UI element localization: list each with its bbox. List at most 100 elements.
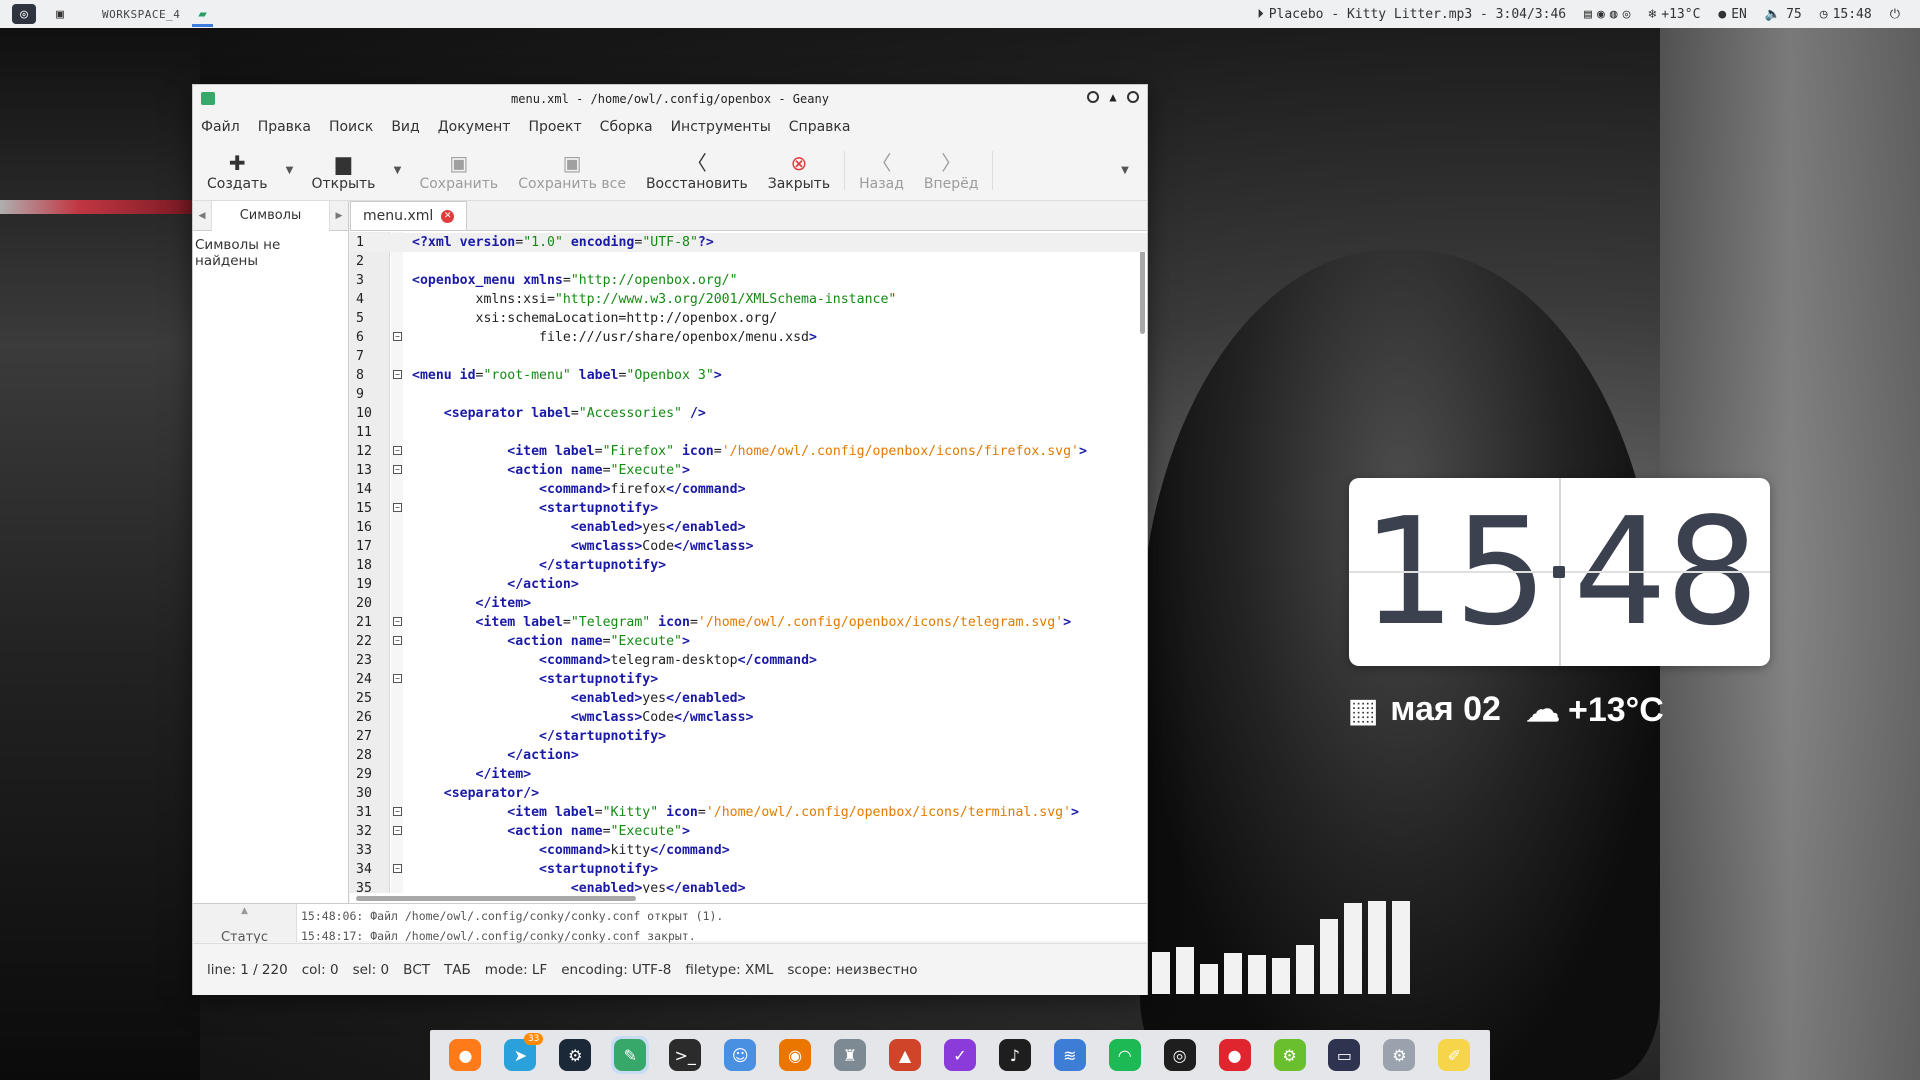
open-button[interactable]: ▆ Открыть [301,141,385,200]
dock-item-screen[interactable]: ▭ [1325,1036,1363,1074]
toolbar-overflow-dropdown[interactable]: ▼ [1113,141,1137,200]
code-line[interactable]: 22 − <action name="Execute"> [350,632,1147,651]
telegram-tray-icon[interactable]: ◉ [1597,7,1605,22]
weather-indicator[interactable]: ❄ +13°C [1648,7,1700,22]
code-line[interactable]: 24 − <startupnotify> [350,670,1147,689]
close-button[interactable]: ⊗ Закрыть [758,141,840,200]
dock-item-blender[interactable]: ◉ [776,1036,814,1074]
launcher-icon[interactable]: ◎ [12,4,36,24]
code-line[interactable]: 19 </action> [350,575,1147,594]
code-line[interactable]: 30 <separator/> [350,784,1147,803]
dock-item-audio[interactable]: ≋ [1051,1036,1089,1074]
code-line[interactable]: 10 <separator label="Accessories" /> [350,404,1147,423]
dock-item-steam[interactable]: ⚙ [556,1036,594,1074]
code-line[interactable]: 15 − <startupnotify> [350,499,1147,518]
clock-indicator[interactable]: ◷ 15:48 [1820,7,1872,22]
menu-help[interactable]: Справка [789,119,851,135]
menu-edit[interactable]: Правка [258,119,311,135]
network-icon[interactable]: ◎ [1623,7,1631,22]
horizontal-scroll-thumb[interactable] [356,896,636,901]
fold-toggle-icon[interactable]: − [393,332,402,341]
code-line[interactable]: 9 [350,385,1147,404]
forward-button[interactable]: 〉 Вперёд [914,141,989,200]
document-tab[interactable]: menu.xml ✕ [350,201,468,230]
steam-tray-icon[interactable]: ◍ [1610,7,1618,22]
create-button[interactable]: ✚ Создать [197,141,277,200]
code-line[interactable]: 13 − <action name="Execute"> [350,461,1147,480]
chevron-up-icon[interactable]: ▲ [193,906,296,916]
dock-item-green-app[interactable]: ⚙ [1271,1036,1309,1074]
window-titlebar[interactable]: menu.xml - /home/owl/.config/openbox - G… [193,85,1147,113]
code-line[interactable]: 32 − <action name="Execute"> [350,822,1147,841]
menu-view[interactable]: Вид [391,119,419,135]
fold-toggle-icon[interactable]: − [393,826,402,835]
minimize-button[interactable] [1087,91,1099,103]
fold-toggle-icon[interactable]: − [393,503,402,512]
tab-symbols[interactable]: Символы [211,200,330,231]
code-line[interactable]: 7 [350,347,1147,366]
code-line[interactable]: 29 </item> [350,765,1147,784]
fold-toggle-icon[interactable]: − [393,674,402,683]
menu-file[interactable]: Файл [201,119,240,135]
code-line[interactable]: 21 − <item label="Telegram" icon='/home/o… [350,613,1147,632]
message-tab-side[interactable]: ▲ Статус [193,904,297,945]
fold-toggle-icon[interactable]: − [393,465,402,474]
code-line[interactable]: 31 − <item label="Kitty" icon='/home/owl/… [350,803,1147,822]
menu-tools[interactable]: Инструменты [671,119,771,135]
fold-toggle-icon[interactable]: − [393,807,402,816]
revert-button[interactable]: 〈 Восстановить [636,141,758,200]
code-line[interactable]: 27 </startupnotify> [350,727,1147,746]
code-line[interactable]: 11 [350,423,1147,442]
workspace-label[interactable]: WORKSPACE_4 [102,8,180,21]
menu-search[interactable]: Поиск [329,119,373,135]
menu-project[interactable]: Проект [528,119,581,135]
maximize-button[interactable]: ▲ [1107,91,1119,103]
code-line[interactable]: 23 <command>telegram-desktop</command> [350,651,1147,670]
fold-toggle-icon[interactable]: − [393,636,402,645]
dock-item-rawtherapee[interactable]: ▲ [886,1036,924,1074]
volume-indicator[interactable]: 🔈 75 [1765,7,1802,22]
fold-toggle-icon[interactable]: − [393,864,402,873]
code-line[interactable]: 12 − <item label="Firefox" icon='/home/ow… [350,442,1147,461]
clipboard-icon[interactable]: ▤ [1584,7,1592,22]
code-line[interactable]: 20 </item> [350,594,1147,613]
fold-toggle-icon[interactable]: − [393,617,402,626]
dock-item-editor[interactable]: ✓ [941,1036,979,1074]
media-player[interactable]: ⏵ Placebo - Kitty Litter.mp3 - 3:04/3:46 [1257,7,1566,22]
code-line[interactable]: 33 <command>kitty</command> [350,841,1147,860]
dock-item-music[interactable]: ♪ [996,1036,1034,1074]
save-button[interactable]: ▣ Сохранить [409,141,508,200]
code-line[interactable]: 8 − <menu id="root-menu" label="Openbox 3"… [350,366,1147,385]
sidebar-scroll-right[interactable]: ▶ [330,211,348,221]
dock-item-settings[interactable]: ⚙ [1380,1036,1418,1074]
dock-item-telegram[interactable]: ➤ 33 [501,1033,544,1074]
dock-item-geany[interactable]: ✎ [611,1036,650,1074]
code-line[interactable]: 3 <openbox_menu xmlns="http://openbox.org… [350,271,1147,290]
horizontal-scrollbar[interactable] [350,893,1147,903]
dock-item-firefox[interactable]: ● [446,1036,484,1074]
code-line[interactable]: 18 </startupnotify> [350,556,1147,575]
code-editor[interactable]: 1 <?xml version="1.0" encoding="UTF-8"?> 2… [350,232,1147,893]
dock-item-notes[interactable]: ✐ [1435,1036,1473,1074]
code-line[interactable]: 26 <wmclass>Code</wmclass> [350,708,1147,727]
code-line[interactable]: 34 − <startupnotify> [350,860,1147,879]
code-line[interactable]: 35 <enabled>yes</enabled> [350,879,1147,893]
create-dropdown[interactable]: ▼ [277,141,301,200]
dock-item-terminal[interactable]: >_ [666,1036,704,1074]
power-icon[interactable]: ⏻ [1890,7,1900,22]
open-dropdown[interactable]: ▼ [385,141,409,200]
keyboard-layout[interactable]: ● EN [1718,7,1746,22]
fold-toggle-icon[interactable]: − [393,370,402,379]
tray-icons[interactable]: ▤ ◉ ◍ ◎ [1584,7,1630,22]
code-line[interactable]: 14 <command>firefox</command> [350,480,1147,499]
code-line[interactable]: 1 <?xml version="1.0" encoding="UTF-8"?> [350,233,1147,252]
dock-item-headphones[interactable]: ◠ [1106,1036,1144,1074]
code-line[interactable]: 4 xmlns:xsi="http://www.w3.org/2001/XMLS… [350,290,1147,309]
dock-item-recorder[interactable]: ● [1216,1036,1254,1074]
code-line[interactable]: 2 [350,252,1147,271]
dock-item-finder[interactable]: ☺ [721,1036,759,1074]
active-app-icon[interactable]: ▰ [192,6,214,27]
back-button[interactable]: 〈 Назад [849,141,914,200]
code-line[interactable]: 6 − file:///usr/share/openbox/menu.xsd> [350,328,1147,347]
code-line[interactable]: 28 </action> [350,746,1147,765]
